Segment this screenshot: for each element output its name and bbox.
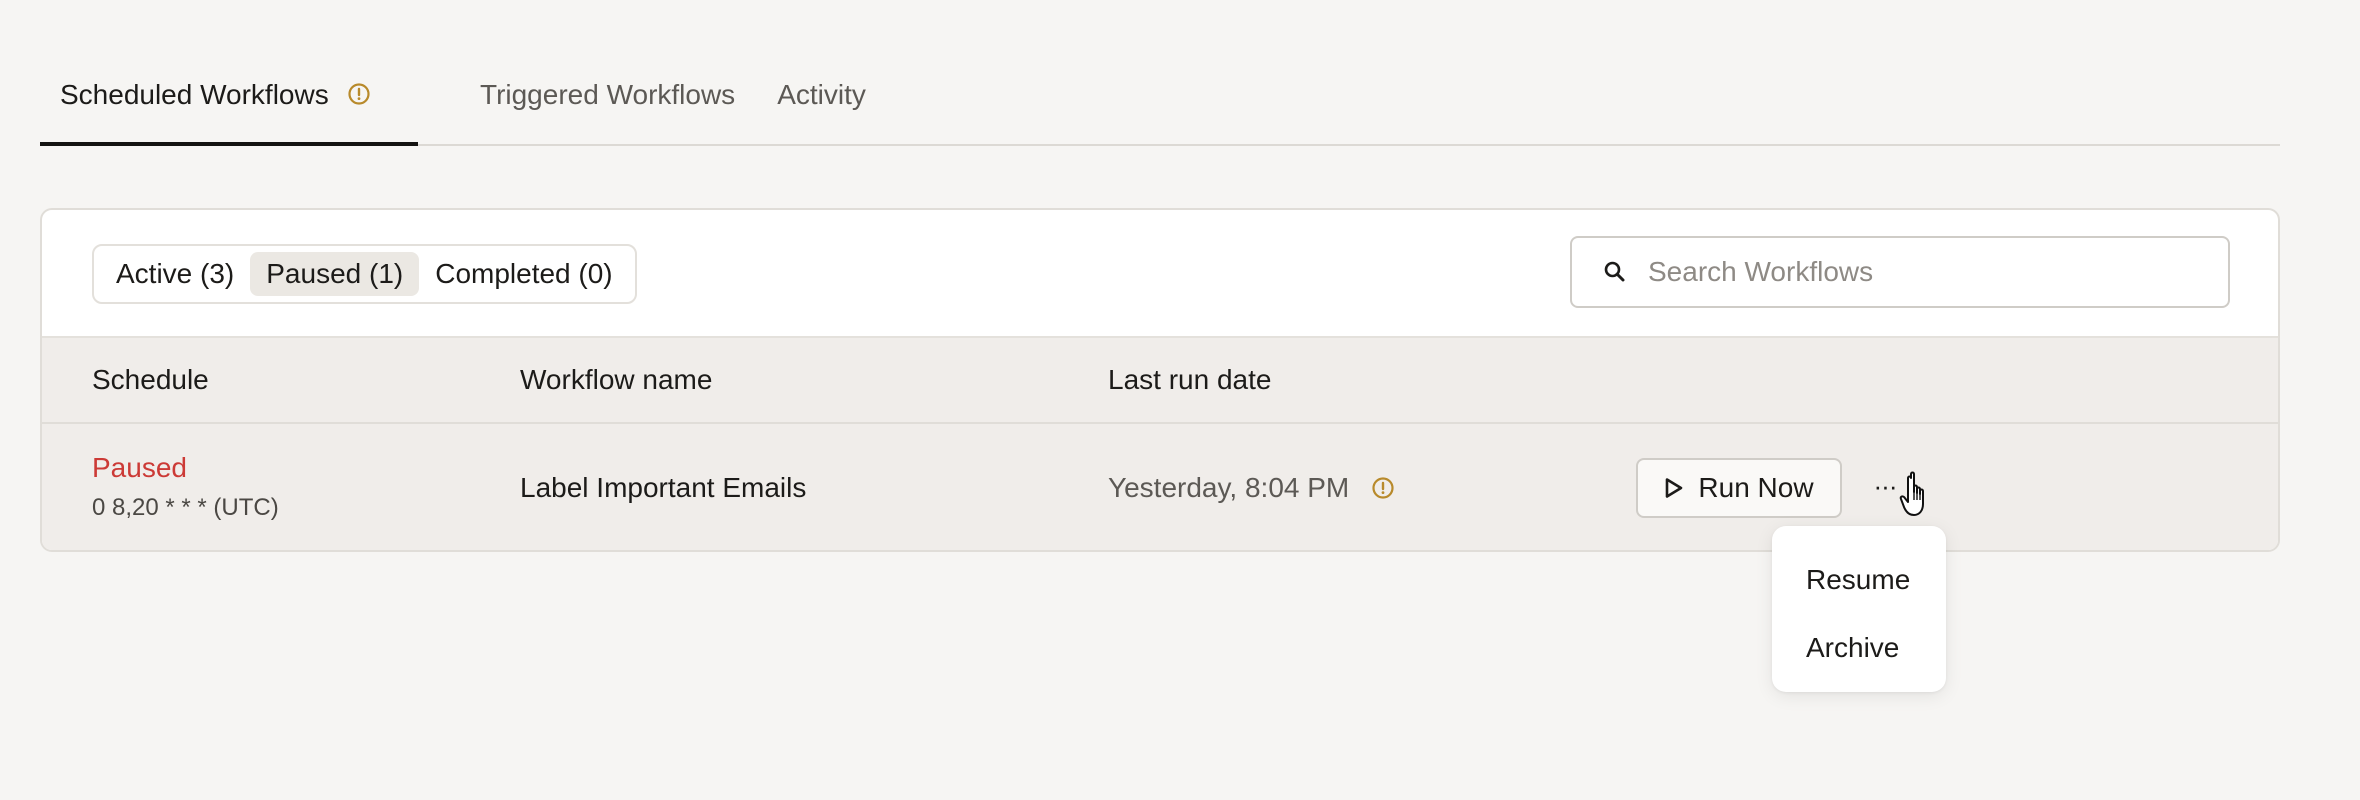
play-icon <box>1666 478 1683 498</box>
menu-item-archive[interactable]: Archive <box>1772 614 1946 682</box>
filter-bar: Active (3) Paused (1) Completed (0) <box>42 210 2278 338</box>
table-header: Schedule Workflow name Last run date <box>42 338 2278 424</box>
hand-pointer-icon <box>1899 471 1924 516</box>
filter-completed[interactable]: Completed (0) <box>419 252 628 296</box>
tab-triggered-workflows[interactable]: Triggered Workflows <box>480 64 735 144</box>
column-header-workflow-name[interactable]: Workflow name <box>520 364 712 396</box>
workflows-card: Active (3) Paused (1) Completed (0) Sche… <box>40 208 2280 552</box>
column-header-schedule[interactable]: Schedule <box>92 364 209 396</box>
tab-label: Activity <box>777 79 866 110</box>
filter-active[interactable]: Active (3) <box>100 252 250 296</box>
run-now-label: Run Now <box>1698 472 1814 503</box>
tab-label: Triggered Workflows <box>480 79 736 110</box>
tab-label: Scheduled Workflows <box>60 79 329 110</box>
search-box[interactable] <box>1570 236 2230 308</box>
search-icon <box>1604 261 1625 282</box>
cron-expression: 0 8,20 * * * (UTC) <box>92 494 279 521</box>
tab-scheduled-workflows[interactable]: Scheduled Workflows <box>40 64 418 146</box>
last-run-date: Yesterday, 8:04 PM <box>1108 472 1395 504</box>
run-now-button[interactable]: Run Now <box>1636 458 1842 518</box>
status-badge: Paused <box>92 452 187 483</box>
more-options-button[interactable]: ··· <box>1868 466 1902 506</box>
workflow-name[interactable]: Label Important Emails <box>520 472 806 504</box>
filter-paused[interactable]: Paused (1) <box>250 252 420 296</box>
column-header-last-run-date[interactable]: Last run date <box>1108 364 1271 396</box>
menu-item-resume[interactable]: Resume <box>1772 546 1946 614</box>
status-filter: Active (3) Paused (1) Completed (0) <box>92 244 637 304</box>
workflow-tabs: Scheduled Workflows Triggered Workflows … <box>40 64 2280 146</box>
warning-icon <box>348 83 370 105</box>
search-input[interactable] <box>1646 255 2210 289</box>
tab-activity[interactable]: Activity <box>777 64 866 144</box>
last-run-text: Yesterday, 8:04 PM <box>1108 472 1350 503</box>
warning-icon <box>1372 477 1394 499</box>
row-actions-menu: Resume Archive <box>1772 526 1946 692</box>
